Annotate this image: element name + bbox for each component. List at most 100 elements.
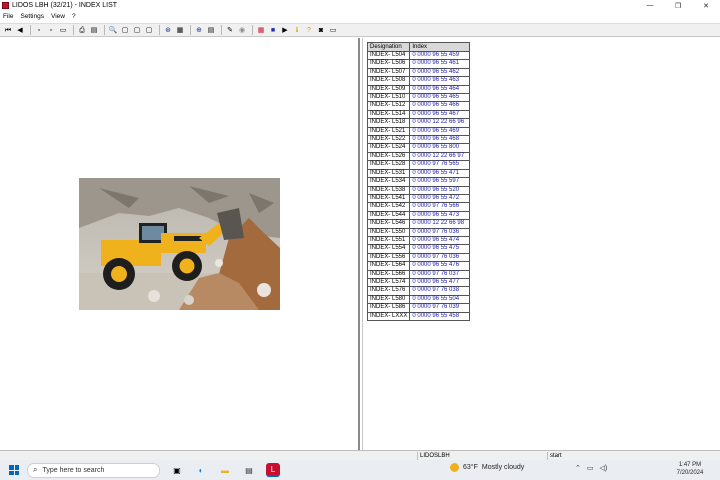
table-row[interactable]: INDEX- L506 0 0000 96 55 461 [366, 59, 471, 69]
index-link-cell[interactable]: 0 0000 96 55 468 [409, 135, 471, 145]
index-link-cell[interactable]: 0 0000 96 55 475 [409, 244, 471, 254]
table-row[interactable]: INDEX- LXXX 0 0000 96 55 458 [366, 311, 471, 322]
index-link-cell[interactable]: 0 0000 96 55 520 [409, 185, 471, 195]
index-link-cell[interactable]: 0 0000 97 76 036 [409, 227, 471, 237]
fit-width-icon[interactable]: ▢ [132, 25, 142, 35]
index-link-cell[interactable]: 0 0000 96 55 463 [409, 76, 471, 86]
help-icon[interactable]: ? [304, 25, 314, 35]
close-button[interactable]: ✕ [692, 0, 720, 11]
index-link-cell[interactable]: 0 0000 96 55 467 [409, 109, 471, 120]
first-page-icon[interactable]: ⏮ [3, 25, 13, 35]
index-link-cell[interactable]: 0 0000 96 55 471 [409, 168, 471, 179]
index-link-cell[interactable]: 0 0000 97 76 039 [409, 303, 471, 313]
table-row[interactable]: INDEX- L507 0 0000 96 55 462 [366, 67, 471, 78]
network-icon[interactable]: ▭ [587, 464, 594, 472]
index-link-cell[interactable]: 0 0000 97 76 037 [409, 269, 471, 279]
table-row[interactable]: INDEX- L538 0 0000 96 55 520 [366, 185, 471, 195]
index-link-cell[interactable]: 0 0000 96 55 473 [409, 210, 471, 221]
search-parts-icon[interactable]: ⊕ [194, 25, 204, 35]
table-row[interactable]: INDEX- L522 0 0000 96 55 468 [366, 135, 471, 145]
taskbar-clock[interactable]: 1:47 PM 7/20/2024 [670, 461, 710, 477]
table-row[interactable]: INDEX- L551 0 0000 96 55 474 [366, 235, 471, 246]
table-row[interactable]: INDEX- L512 0 0000 96 55 466 [366, 101, 471, 111]
menu-file[interactable]: File [3, 13, 13, 20]
index-link-cell[interactable]: 0 0000 96 55 465 [409, 93, 471, 103]
table-row[interactable]: INDEX- L534 0 0000 96 55 597 [366, 177, 471, 187]
table-row[interactable]: INDEX- L546 0 0000 12 22 66 98 [366, 219, 471, 229]
index-link-cell[interactable]: 0 0000 96 55 464 [409, 84, 471, 95]
index-link-cell[interactable]: 0 0000 96 55 469 [409, 126, 471, 137]
index-link-cell[interactable]: 0 0000 96 55 458 [409, 311, 471, 322]
disc-icon[interactable]: ◉ [237, 25, 247, 35]
taskbar-search-box[interactable]: ⌕ Type here to search [27, 462, 160, 478]
weather-widget[interactable]: 63°F Mostly cloudy [450, 463, 524, 472]
menu-settings[interactable]: Settings [20, 13, 44, 20]
print-icon[interactable]: ⎙ [77, 25, 87, 35]
table-row[interactable]: INDEX- L544 0 0000 96 55 473 [366, 210, 471, 221]
chevron-up-icon[interactable]: ⌃ [575, 464, 581, 472]
index-link-cell[interactable]: 0 0000 96 55 477 [409, 277, 471, 288]
speaker-icon[interactable]: ◁) [600, 464, 608, 472]
table-row[interactable]: INDEX- L574 0 0000 96 55 477 [366, 277, 471, 288]
index-link-cell[interactable]: 0 0000 97 76 565 [409, 160, 471, 170]
table-row[interactable]: INDEX- L508 0 0000 96 55 463 [366, 76, 471, 86]
table-row[interactable]: INDEX- L509 0 0000 96 55 464 [366, 84, 471, 95]
export-icon[interactable]: ▭ [328, 25, 338, 35]
page-right-icon[interactable]: ▫ [46, 25, 56, 35]
table-row[interactable]: INDEX- L586 0 0000 97 76 039 [366, 303, 471, 313]
edit-icon[interactable]: ✎ [225, 25, 235, 35]
index-link-cell[interactable]: 0 0000 96 55 597 [409, 177, 471, 187]
index-link-cell[interactable]: 0 0000 97 76 566 [409, 202, 471, 212]
index-link-cell[interactable]: 0 0000 12 22 66 96 [409, 118, 471, 128]
full-view-icon[interactable]: ▢ [144, 25, 154, 35]
index-link-cell[interactable]: 0 0000 96 55 459 [409, 50, 471, 61]
table-row[interactable]: INDEX- L556 0 0000 97 76 036 [366, 252, 471, 263]
index-link-cell[interactable]: 0 0000 96 55 800 [409, 143, 471, 153]
table-row[interactable]: INDEX- L576 0 0000 97 76 038 [366, 286, 471, 296]
index-link-cell[interactable]: 0 0000 97 76 036 [409, 252, 471, 263]
back-icon[interactable]: ◀ [15, 25, 25, 35]
index-link-cell[interactable]: 0 0000 97 76 038 [409, 286, 471, 296]
table-row[interactable]: INDEX- L504 0 0000 96 55 459 [366, 50, 471, 61]
store-icon[interactable]: ▤ [242, 463, 256, 477]
edge-browser-icon[interactable]: ◐ [194, 463, 208, 477]
menu-view[interactable]: View [51, 13, 65, 20]
table-row[interactable]: INDEX- L526 0 0000 12 22 66 97 [366, 151, 471, 162]
file-explorer-icon[interactable]: ▬ [218, 463, 232, 477]
table-row[interactable]: INDEX- L580 0 0000 96 55 504 [366, 294, 471, 305]
table-row[interactable]: INDEX- L541 0 0000 96 55 472 [366, 193, 471, 204]
index-link-cell[interactable]: 0 0000 96 55 466 [409, 101, 471, 111]
index-link-cell[interactable]: 0 0000 12 22 66 98 [409, 219, 471, 229]
index-link-cell[interactable]: 0 0000 96 55 461 [409, 59, 471, 69]
fit-page-icon[interactable]: ▢ [120, 25, 130, 35]
index-link-cell[interactable]: 0 0000 96 55 472 [409, 193, 471, 204]
index-link-cell[interactable]: 0 0000 96 55 476 [409, 261, 471, 271]
table-row[interactable]: INDEX- L531 0 0000 96 55 471 [366, 168, 471, 179]
find-icon[interactable]: ⊛ [163, 25, 173, 35]
index-link-cell[interactable]: 0 0000 12 22 66 97 [409, 151, 471, 162]
index-link-cell[interactable]: 0 0000 96 55 462 [409, 67, 471, 78]
table-row[interactable]: INDEX- L514 0 0000 96 55 467 [366, 109, 471, 120]
table-row[interactable]: INDEX- L518 0 0000 12 22 66 96 [366, 118, 471, 128]
camera-icon[interactable]: ◙ [316, 25, 326, 35]
blue-square-icon[interactable]: ■ [268, 25, 278, 35]
index-link-cell[interactable]: 0 0000 96 55 474 [409, 235, 471, 246]
table-row[interactable]: INDEX- L550 0 0000 97 76 036 [366, 227, 471, 237]
table-row[interactable]: INDEX- L528 0 0000 97 76 565 [366, 160, 471, 170]
index-link-cell[interactable]: 0 0000 96 55 504 [409, 294, 471, 305]
arrow-right-icon[interactable]: ▶ [280, 25, 290, 35]
info-icon[interactable]: ℹ [292, 25, 302, 35]
maximize-button[interactable]: ❐ [664, 0, 692, 11]
lidos-app-icon[interactable]: L [266, 463, 280, 477]
list-icon[interactable]: ▤ [206, 25, 216, 35]
table-row[interactable]: INDEX- L566 0 0000 97 76 037 [366, 269, 471, 279]
grid-icon[interactable]: ▦ [256, 25, 266, 35]
table-row[interactable]: INDEX- L524 0 0000 96 55 800 [366, 143, 471, 153]
menu-help[interactable]: ? [72, 13, 76, 20]
table-row[interactable]: INDEX- L564 0 0000 96 55 476 [366, 261, 471, 271]
print-setup-icon[interactable]: ▤ [89, 25, 99, 35]
windows-start-icon[interactable] [6, 462, 22, 478]
find-next-icon[interactable]: ▦ [175, 25, 185, 35]
minimize-button[interactable]: — [636, 0, 664, 11]
zoom-icon[interactable]: 🔍 [108, 25, 118, 35]
